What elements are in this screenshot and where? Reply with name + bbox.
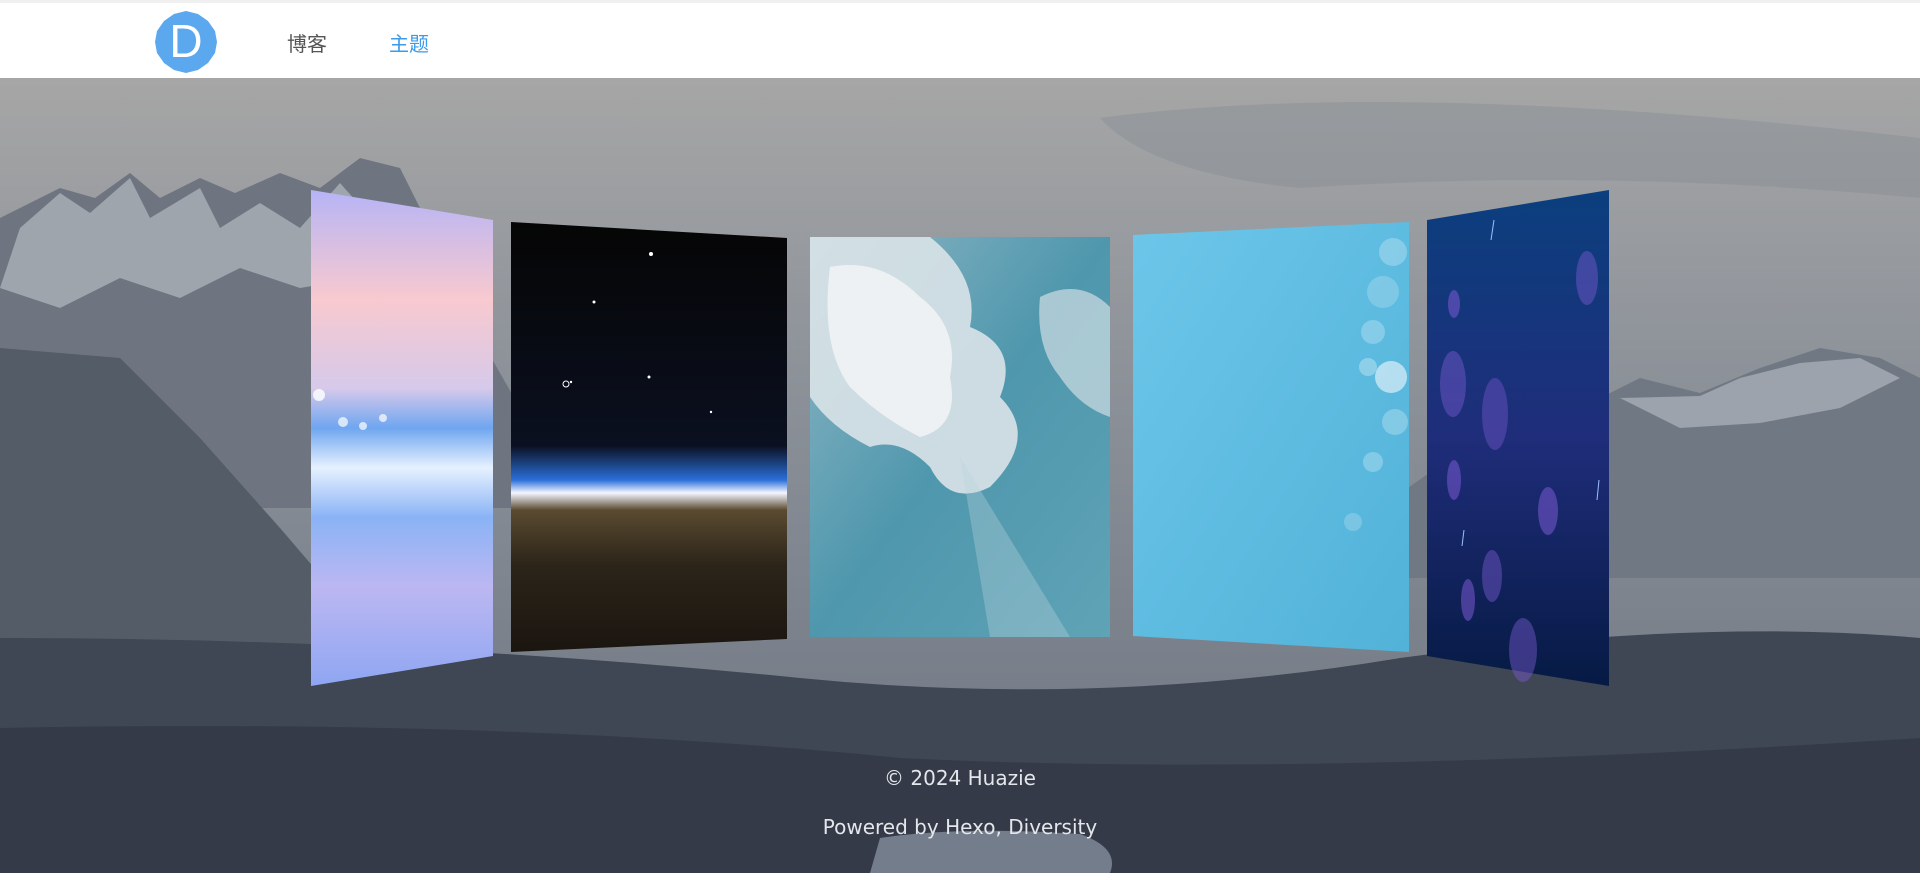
svg-text:D: D	[169, 15, 202, 67]
top-navbar: D 博客 主题	[0, 0, 1920, 78]
theme-card-bokeh-blue[interactable]	[1133, 222, 1409, 652]
footer-copyright: © 2024 Huazie	[884, 766, 1036, 790]
powered-by-label: Powered by	[822, 815, 946, 839]
nav-theme-link[interactable]: 主题	[389, 28, 429, 57]
theme-card-clouds[interactable]	[810, 237, 1110, 637]
theme-hero: © 2024 Huazie Powered by Hexo, Diversity	[0, 78, 1920, 873]
hexo-link[interactable]: Hexo	[945, 815, 995, 839]
footer-powered-by: Powered by Hexo, Diversity	[0, 815, 1920, 839]
diversity-link[interactable]: Diversity	[1008, 815, 1097, 839]
nav-blog-link[interactable]: 博客	[287, 28, 327, 57]
logo-d-icon: D	[155, 11, 217, 73]
footer-separator: ,	[995, 815, 1009, 839]
theme-card-deep-blue-bubbles[interactable]	[1427, 190, 1609, 686]
theme-card-sunset-sea[interactable]	[311, 190, 493, 686]
theme-card-space-horizon[interactable]	[511, 222, 787, 652]
diversity-logo[interactable]: D	[154, 10, 218, 74]
